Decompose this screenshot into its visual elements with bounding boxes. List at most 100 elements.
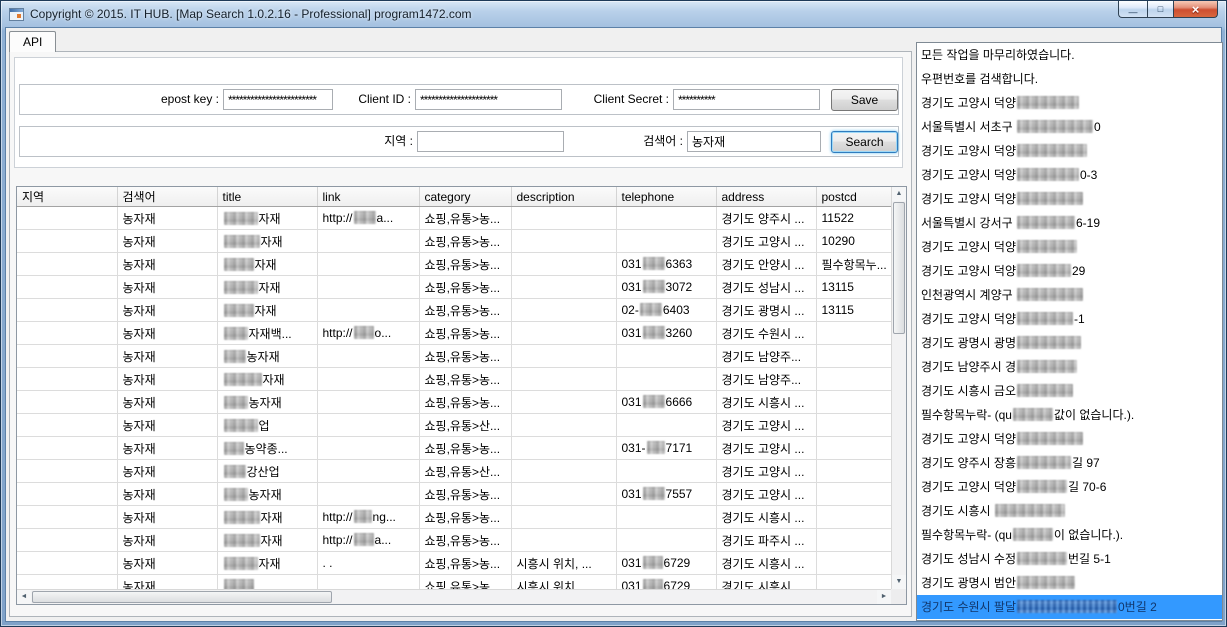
log-item[interactable]: 경기도 고양시 덕양	[917, 427, 1222, 451]
table-cell: 농자재	[117, 253, 217, 276]
text-segment: 경기도 고양시 ...	[722, 465, 805, 479]
table-cell: 경기도 성남시 ...	[716, 276, 816, 299]
table-row[interactable]: 농자재농자재쇼핑,유통>농...0317557경기도 고양시 ...	[17, 483, 891, 506]
log-item[interactable]: 서울특별시 서초구 0	[917, 115, 1222, 139]
text-segment: 13115	[822, 303, 854, 317]
table-row[interactable]: 농자재업쇼핑,유통>산...경기도 고양시 ...	[17, 414, 891, 437]
grid-vertical-scrollbar[interactable]: ▲ ▼	[891, 187, 906, 589]
log-list[interactable]: 모든 작업을 마무리하였습니다.우편번호를 검색합니다.경기도 고양시 덕양서울…	[916, 42, 1223, 621]
text-segment: 길 70-6	[1068, 480, 1106, 494]
log-item[interactable]: 경기도 양주시 장흥길 97	[917, 451, 1222, 475]
log-item[interactable]: 경기도 고양시 덕양길 70-6	[917, 475, 1222, 499]
log-item[interactable]: 우편번호를 검색합니다.	[917, 67, 1222, 91]
scroll-left-icon[interactable]: ◄	[17, 590, 31, 604]
text-segment: 0	[1094, 120, 1101, 134]
api-form-panel: epost key : Client ID : Client Secret : …	[14, 57, 903, 168]
table-row[interactable]: 농자재농자재쇼핑,유통>농...경기도 남양주...	[17, 345, 891, 368]
column-header[interactable]: category	[419, 187, 511, 207]
text-segment: 7557	[666, 487, 693, 501]
log-item[interactable]: 필수항목누락- (qu값이 없습니다.).	[917, 403, 1222, 427]
table-row[interactable]: 농자재농약종...쇼핑,유통>농...031-7171경기도 고양시 ...	[17, 437, 891, 460]
table-row[interactable]: 농자재자재쇼핑,유통>농...0313072경기도 성남시 ...13115	[17, 276, 891, 299]
tab-api[interactable]: API	[9, 31, 56, 52]
log-item[interactable]: 서울특별시 강서구 6-19	[917, 211, 1222, 235]
table-row[interactable]: 농자재자재쇼핑,유통>농...경기도 남양주...	[17, 368, 891, 391]
close-button[interactable]: ×	[1174, 1, 1218, 18]
log-item[interactable]: 필수항목누락- (qu이 없습니다.).	[917, 523, 1222, 547]
redacted-blur	[995, 504, 1065, 517]
log-item[interactable]: 경기도 고양시 덕양	[917, 235, 1222, 259]
column-header[interactable]: 지역	[17, 187, 117, 207]
log-item[interactable]: 경기도 광명시 광명	[917, 331, 1222, 355]
maximize-button[interactable]: □	[1147, 1, 1174, 18]
text-segment: 031	[622, 326, 642, 340]
log-item[interactable]: 경기도 남양주시 경	[917, 355, 1222, 379]
column-header[interactable]: 검색어	[117, 187, 217, 207]
log-item[interactable]: 경기도 고양시 덕양	[917, 91, 1222, 115]
table-cell	[17, 299, 117, 322]
log-item[interactable]: 경기도 고양시 덕양29	[917, 259, 1222, 283]
table-cell: 쇼핑,유통>산...	[419, 414, 511, 437]
table-row[interactable]: 농자재자재쇼핑,유통>농...경기도 고양시 ...10290	[17, 230, 891, 253]
text-segment: 농자재	[123, 419, 156, 433]
scroll-down-icon[interactable]: ▼	[892, 575, 906, 589]
log-item[interactable]: 경기도 고양시 덕양0-3	[917, 163, 1222, 187]
log-item[interactable]: 경기도 광명시 범안	[917, 571, 1222, 595]
search-button[interactable]: Search	[831, 131, 898, 153]
table-row[interactable]: 농자재자재http://a...쇼핑,유통>농...경기도 파주시 ...	[17, 529, 891, 552]
horizontal-scroll-thumb[interactable]	[32, 591, 332, 603]
region-label: 지역 :	[350, 127, 413, 156]
epost-key-input[interactable]	[223, 89, 333, 110]
keyword-input[interactable]	[687, 131, 821, 152]
log-item[interactable]: 경기도 고양시 덕양	[917, 139, 1222, 163]
log-item[interactable]: 경기도 시흥시 금오	[917, 379, 1222, 403]
log-item[interactable]: 경기도 시흥시	[917, 499, 1222, 523]
table-row[interactable]: 농자재자재http://a...쇼핑,유통>농...경기도 양주시 ...115…	[17, 207, 891, 230]
column-header[interactable]: address	[716, 187, 816, 207]
text-segment: 031-	[622, 441, 646, 455]
scroll-right-icon[interactable]: ►	[877, 590, 891, 604]
client-secret-input[interactable]	[673, 89, 820, 110]
log-item[interactable]: 모든 작업을 마무리하였습니다.	[917, 43, 1222, 67]
text-segment: ng...	[373, 510, 396, 524]
table-row[interactable]: 농자재자재쇼핑,유통>농...02-6403경기도 광명시 ...13115	[17, 299, 891, 322]
save-button[interactable]: Save	[831, 89, 898, 111]
column-header[interactable]: link	[317, 187, 419, 207]
text-segment: 031	[622, 487, 642, 501]
column-header[interactable]: title	[217, 187, 317, 207]
text-segment: 쇼핑,유통>산...	[425, 419, 501, 433]
region-input[interactable]	[417, 131, 564, 152]
log-item[interactable]: 경기도 성남시 수정번길 5-1	[917, 547, 1222, 571]
table-cell	[17, 345, 117, 368]
log-item-selected[interactable]: 경기도 수원시 팔달0번길 2	[917, 595, 1222, 619]
table-cell	[816, 437, 891, 460]
table-row[interactable]: 농자재자재백...http://o...쇼핑,유통>농...0313260경기도…	[17, 322, 891, 345]
column-header[interactable]: telephone	[616, 187, 716, 207]
client-id-input[interactable]	[415, 89, 562, 110]
text-segment: 3072	[666, 280, 693, 294]
text-segment: http://	[323, 326, 353, 340]
title-bar[interactable]: Copyright © 2015. IT HUB. [Map Search 1.…	[1, 1, 1226, 27]
table-cell: 농자재	[117, 529, 217, 552]
table-cell	[511, 368, 616, 391]
column-header[interactable]: postcd	[816, 187, 891, 207]
grid-horizontal-scrollbar[interactable]: ◄ ►	[17, 589, 891, 604]
table-row[interactable]: 농자재강산업쇼핑,유통>산...경기도 고양시 ...	[17, 460, 891, 483]
table-row[interactable]: 농자재자재http://ng...쇼핑,유통>농...경기도 시흥시 ...	[17, 506, 891, 529]
log-item[interactable]: 인천광역시 계양구	[917, 283, 1222, 307]
vertical-scroll-thumb[interactable]	[893, 202, 905, 334]
table-cell: 자재	[217, 529, 317, 552]
table-row[interactable]: 농자재자재쇼핑,유통>농...0316363경기도 안양시 ...필수항목누..…	[17, 253, 891, 276]
redacted-blur	[224, 442, 244, 455]
log-item[interactable]: 경기도 고양시 덕양	[917, 187, 1222, 211]
minimize-button[interactable]: —	[1118, 1, 1147, 18]
table-cell: 농자재	[117, 506, 217, 529]
table-row[interactable]: 농자재농자재쇼핑,유통>농...0316666경기도 시흥시 ...	[17, 391, 891, 414]
column-header[interactable]: description	[511, 187, 616, 207]
log-item[interactable]: 경기도 고양시 덕양-1	[917, 307, 1222, 331]
text-segment: 자재백...	[249, 327, 292, 341]
scroll-up-icon[interactable]: ▲	[892, 187, 906, 201]
redacted-blur	[224, 373, 262, 386]
table-cell: 경기도 고양시 ...	[716, 483, 816, 506]
table-row[interactable]: 농자재자재. .쇼핑,유통>농...시흥시 위치, ...0316729경기도 …	[17, 552, 891, 575]
